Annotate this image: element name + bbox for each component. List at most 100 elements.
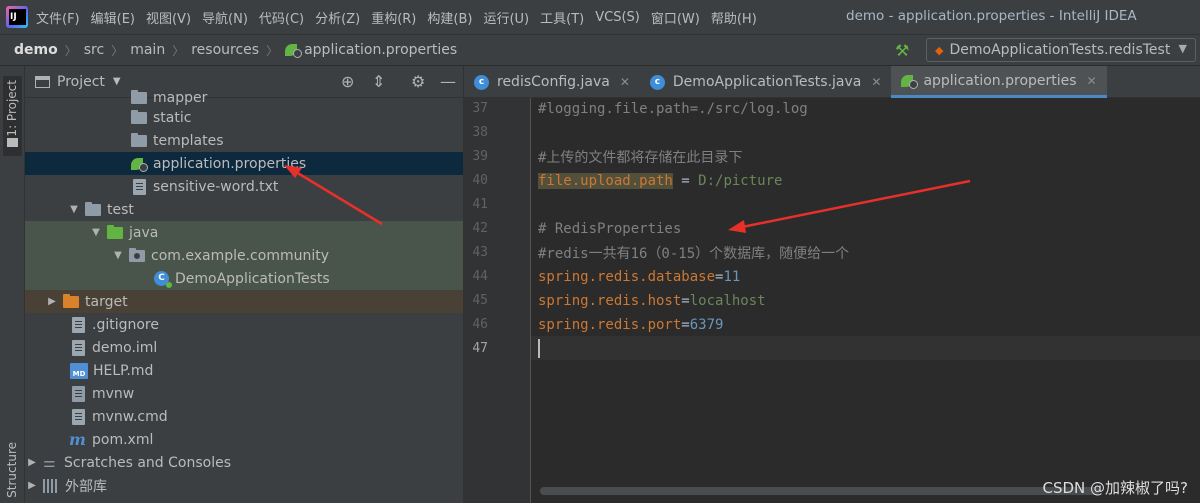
package-icon [129, 247, 145, 262]
project-tree: mapper static templates application.prop… [25, 89, 463, 503]
folder-icon [85, 201, 101, 216]
line-number: 45 [472, 293, 488, 308]
tab-demo-application-tests[interactable]: c DemoApplicationTests.java ✕ [640, 66, 892, 98]
tree-item-label: com.example.community [151, 247, 330, 264]
code-editor[interactable]: #logging.file.path=./src/log.log #上传的文件都… [531, 98, 1200, 503]
tree-item-label: test [107, 201, 134, 218]
code-comment: # RedisProperties [538, 221, 682, 237]
menu-edit[interactable]: 编辑(E) [91, 8, 135, 27]
breadcrumb-file-label: application.properties [304, 42, 458, 58]
menu-vcs[interactable]: VCS(S) [595, 10, 640, 25]
line-number-current: 47 [472, 341, 488, 356]
tree-item-pom-xml[interactable]: m pom.xml [25, 428, 463, 451]
collapsed-arrow-icon[interactable]: ▶ [25, 480, 39, 491]
tree-item-scratches[interactable]: ▶ ⚌ Scratches and Consoles [25, 451, 463, 474]
script-file-icon [72, 385, 85, 402]
maven-icon: m [69, 430, 86, 449]
line-number: 43 [472, 245, 488, 260]
close-icon[interactable]: ✕ [1087, 74, 1097, 88]
menu-code[interactable]: 代码(C) [259, 8, 304, 27]
tree-item-demo-application-tests[interactable]: C DemoApplicationTests [25, 267, 463, 290]
collapsed-arrow-icon[interactable]: ▶ [45, 296, 59, 307]
left-tool-strip: 1: Project Structure [0, 66, 25, 503]
line-number-gutter: 37 38 39 40 41 42 43 44 45 46 47 [464, 98, 531, 503]
breadcrumb-main[interactable]: main [130, 42, 165, 58]
junit-config-icon: ◆ [935, 43, 944, 57]
project-tool-tab[interactable]: 1: Project [5, 80, 19, 137]
expanded-arrow-icon[interactable]: ▼ [89, 227, 103, 238]
tree-item-java[interactable]: ▼ java [25, 221, 463, 244]
editor-horizontal-scrollbar[interactable] [540, 487, 1100, 495]
build-hammer-icon[interactable]: ⚒ [895, 41, 909, 60]
breadcrumb-separator-icon: 〉 [266, 43, 279, 58]
tab-label: DemoApplicationTests.java [672, 74, 862, 90]
folder-icon [7, 138, 18, 147]
tree-item-target[interactable]: ▶ target [25, 290, 463, 313]
tree-item-test[interactable]: ▼ test [25, 198, 463, 221]
tree-item-label: .gitignore [92, 316, 159, 333]
menu-navigate[interactable]: 导航(N) [202, 8, 248, 27]
menu-help[interactable]: 帮助(H) [711, 8, 757, 27]
tree-item-label: 外部库 [65, 478, 107, 495]
collapsed-arrow-icon[interactable]: ▶ [25, 457, 39, 468]
structure-tool-tab[interactable]: Structure [5, 442, 19, 498]
breadcrumb-application-properties[interactable]: application.properties [285, 42, 457, 58]
menu-analyze[interactable]: 分析(Z) [315, 8, 360, 27]
folder-icon [131, 89, 147, 104]
tree-item-package[interactable]: ▼ com.example.community [25, 244, 463, 267]
tree-item-gitignore[interactable]: .gitignore [25, 313, 463, 336]
expanded-arrow-icon[interactable]: ▼ [111, 250, 125, 261]
code-comment: #logging.file.path=./src/log.log [538, 101, 808, 117]
line-number: 39 [472, 149, 488, 164]
menu-window[interactable]: 窗口(W) [651, 8, 700, 27]
tree-item-demo-iml[interactable]: demo.iml [25, 336, 463, 359]
property-separator: = [672, 173, 699, 189]
csdn-watermark: CSDN @加辣椒了吗? [1042, 479, 1189, 497]
tree-item-label: pom.xml [92, 431, 154, 448]
window-title: demo - application.properties - IntelliJ… [846, 8, 1137, 24]
menu-refactor[interactable]: 重构(R) [371, 8, 416, 27]
menu-file[interactable]: 文件(F) [36, 8, 80, 27]
tree-item-external-libraries[interactable]: ▶ 外部库 [25, 474, 463, 497]
run-configuration-select[interactable]: ◆ DemoApplicationTests.redisTest ▼ [926, 38, 1196, 62]
tree-item-label: application.properties [153, 155, 307, 172]
breadcrumb-demo[interactable]: demo [14, 42, 58, 58]
menu-tools[interactable]: 工具(T) [540, 8, 584, 27]
spring-properties-icon [901, 74, 919, 89]
breadcrumb-resources[interactable]: resources [191, 42, 259, 58]
tree-item-help-md[interactable]: MD HELP.md [25, 359, 463, 382]
property-key: spring.redis.port [538, 317, 682, 333]
tab-redis-config[interactable]: c redisConfig.java ✕ [464, 66, 640, 98]
menu-run[interactable]: 运行(U) [483, 8, 529, 27]
breadcrumb-separator-icon: 〉 [64, 43, 77, 58]
menu-build[interactable]: 构建(B) [427, 8, 472, 27]
expanded-arrow-icon[interactable]: ▼ [67, 204, 81, 215]
run-configuration-label: DemoApplicationTests.redisTest [949, 42, 1171, 58]
tree-item-templates[interactable]: templates [25, 129, 463, 152]
close-icon[interactable]: ✕ [620, 75, 630, 89]
project-panel: Project ▼ ⊕ ⇕ ⚙ — mapper static template… [25, 66, 464, 503]
tree-item-label: DemoApplicationTests [175, 270, 330, 287]
tree-item-label: java [129, 224, 159, 241]
test-source-folder-icon [107, 224, 123, 239]
tab-application-properties[interactable]: application.properties ✕ [891, 66, 1107, 98]
line-number: 37 [472, 101, 488, 116]
gitignore-file-icon [72, 316, 85, 333]
property-value: localhost [689, 293, 766, 309]
close-icon[interactable]: ✕ [871, 75, 881, 89]
tree-item-sensitive-word[interactable]: sensitive-word.txt [25, 175, 463, 198]
tree-item-static[interactable]: static [25, 106, 463, 129]
java-class-icon: c [649, 74, 665, 90]
tree-item-application-properties[interactable]: application.properties [25, 152, 463, 175]
excluded-folder-icon [63, 293, 79, 308]
menu-bar: 文件(F) 编辑(E) 视图(V) 导航(N) 代码(C) 分析(Z) 重构(R… [0, 0, 1200, 34]
tree-item-mvnw[interactable]: mvnw [25, 382, 463, 405]
tree-item-mvnw-cmd[interactable]: mvnw.cmd [25, 405, 463, 428]
line-number: 42 [472, 221, 488, 236]
breadcrumb-src[interactable]: src [84, 42, 104, 58]
line-number: 41 [472, 197, 488, 212]
menu-view[interactable]: 视图(V) [146, 8, 191, 27]
property-key: spring.redis.host [538, 293, 682, 309]
code-comment: #上传的文件都将存储在此目录下 [538, 150, 743, 166]
property-value: D:/picture [698, 173, 783, 189]
